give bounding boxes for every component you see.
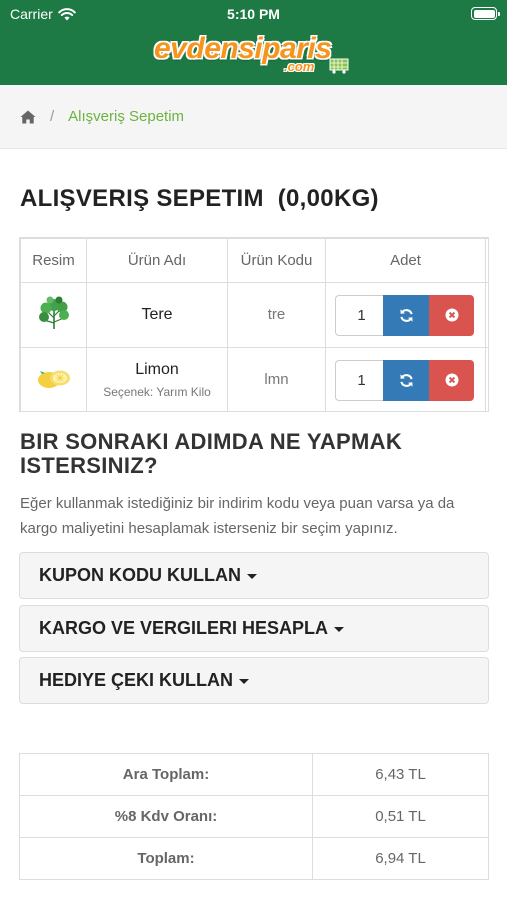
product-name-cell: Tere bbox=[86, 282, 228, 348]
quantity-input[interactable] bbox=[335, 359, 383, 401]
lemon-icon[interactable] bbox=[36, 365, 72, 391]
cart-table-header: Resim Ürün Adı Ürün Kodu Adet bbox=[20, 238, 488, 283]
extra-cell bbox=[485, 282, 488, 348]
totals-value: 6,94 TL bbox=[312, 837, 489, 880]
column-header-code: Ürün Kodu bbox=[227, 238, 326, 283]
cart-icon bbox=[329, 58, 349, 74]
site-logo[interactable]: evdensiparis .com bbox=[154, 30, 354, 78]
caret-down-icon bbox=[239, 679, 250, 684]
breadcrumb: / Alışveriş Sepetim bbox=[0, 85, 507, 149]
totals-value: 0,51 TL bbox=[312, 795, 489, 838]
product-image-cell bbox=[20, 347, 87, 411]
quantity-input[interactable] bbox=[335, 294, 383, 336]
caret-down-icon bbox=[334, 627, 345, 632]
update-quantity-button[interactable] bbox=[383, 294, 429, 336]
totals-row: Ara Toplam: 6,43 TL bbox=[19, 753, 489, 796]
remove-icon bbox=[445, 308, 458, 322]
quantity-cell bbox=[325, 347, 486, 411]
product-code: tre bbox=[267, 306, 286, 323]
refresh-icon bbox=[399, 373, 413, 387]
totals-label: Toplam: bbox=[19, 837, 313, 880]
status-time: 5:10 PM bbox=[227, 6, 280, 22]
cart-row: Tere tre bbox=[20, 282, 488, 348]
column-header-extra bbox=[485, 238, 488, 283]
shipping-tax-panel[interactable]: KARGO VE VERGILERI HESAPLA bbox=[19, 605, 489, 652]
panel-label: KUPON KODU KULLAN bbox=[39, 565, 241, 585]
totals-label: Ara Toplam: bbox=[19, 753, 313, 796]
panel-label: KARGO VE VERGILERI HESAPLA bbox=[39, 618, 329, 638]
extra-cell bbox=[485, 347, 488, 411]
quantity-group bbox=[335, 294, 474, 336]
update-quantity-button[interactable] bbox=[383, 359, 429, 401]
product-code: lmn bbox=[264, 371, 289, 388]
caret-down-icon bbox=[247, 574, 257, 579]
refresh-icon bbox=[399, 308, 413, 322]
page-title: ALIŞVERIŞ SEPETIM (0,00KG) bbox=[20, 185, 379, 212]
next-step-title: BIR SONRAKI ADIMDA NE YAPMAK ISTERSINIZ? bbox=[20, 429, 403, 478]
quantity-cell bbox=[325, 282, 486, 348]
product-option: Seçenek: Yarım Kilo bbox=[103, 385, 211, 399]
cart-row: Limon Seçenek: Yarım Kilo lmn bbox=[20, 347, 488, 411]
gift-voucher-panel[interactable]: HEDIYE ÇEKI KULLAN bbox=[19, 657, 489, 704]
totals-table: Ara Toplam: 6,43 TL %8 Kdv Oranı: 0,51 T… bbox=[19, 753, 489, 880]
remove-item-button[interactable] bbox=[429, 359, 474, 401]
panel-label: HEDIYE ÇEKI KULLAN bbox=[39, 670, 234, 690]
cart-table: Resim Ürün Adı Ürün Kodu Adet Tere tre 1… bbox=[19, 237, 489, 412]
totals-row: %8 Kdv Oranı: 0,51 TL bbox=[19, 795, 489, 838]
product-name-cell: Limon Seçenek: Yarım Kilo bbox=[86, 347, 228, 411]
quantity-group bbox=[335, 359, 474, 401]
column-header-quantity: Adet bbox=[325, 238, 486, 283]
app-header: Carrier 5:10 PM evdensiparis .com bbox=[0, 0, 507, 85]
totals-row: Toplam: 6,94 TL bbox=[19, 837, 489, 880]
watercress-icon[interactable] bbox=[36, 296, 72, 330]
coupon-code-panel[interactable]: KUPON KODU KULLAN bbox=[19, 552, 489, 599]
logo-suffix: .com bbox=[284, 59, 315, 74]
remove-icon bbox=[445, 373, 458, 387]
breadcrumb-separator: / bbox=[50, 108, 55, 125]
battery-icon bbox=[471, 7, 500, 20]
product-image-cell bbox=[20, 282, 87, 348]
home-icon[interactable] bbox=[20, 110, 36, 124]
product-name[interactable]: Tere bbox=[87, 306, 227, 324]
column-header-name: Ürün Adı bbox=[86, 238, 228, 283]
totals-value: 6,43 TL bbox=[312, 753, 489, 796]
product-code-cell: tre bbox=[227, 282, 326, 348]
product-code-cell: lmn bbox=[227, 347, 326, 411]
totals-label: %8 Kdv Oranı: bbox=[19, 795, 313, 838]
breadcrumb-current[interactable]: Alışveriş Sepetim bbox=[68, 108, 184, 125]
next-step-description: Eğer kullanmak istediğiniz bir indirim k… bbox=[20, 495, 455, 537]
status-bar: Carrier 5:10 PM bbox=[0, 0, 507, 28]
remove-item-button[interactable] bbox=[429, 294, 474, 336]
column-header-image: Resim bbox=[20, 238, 87, 283]
product-name[interactable]: Limon bbox=[87, 361, 227, 379]
